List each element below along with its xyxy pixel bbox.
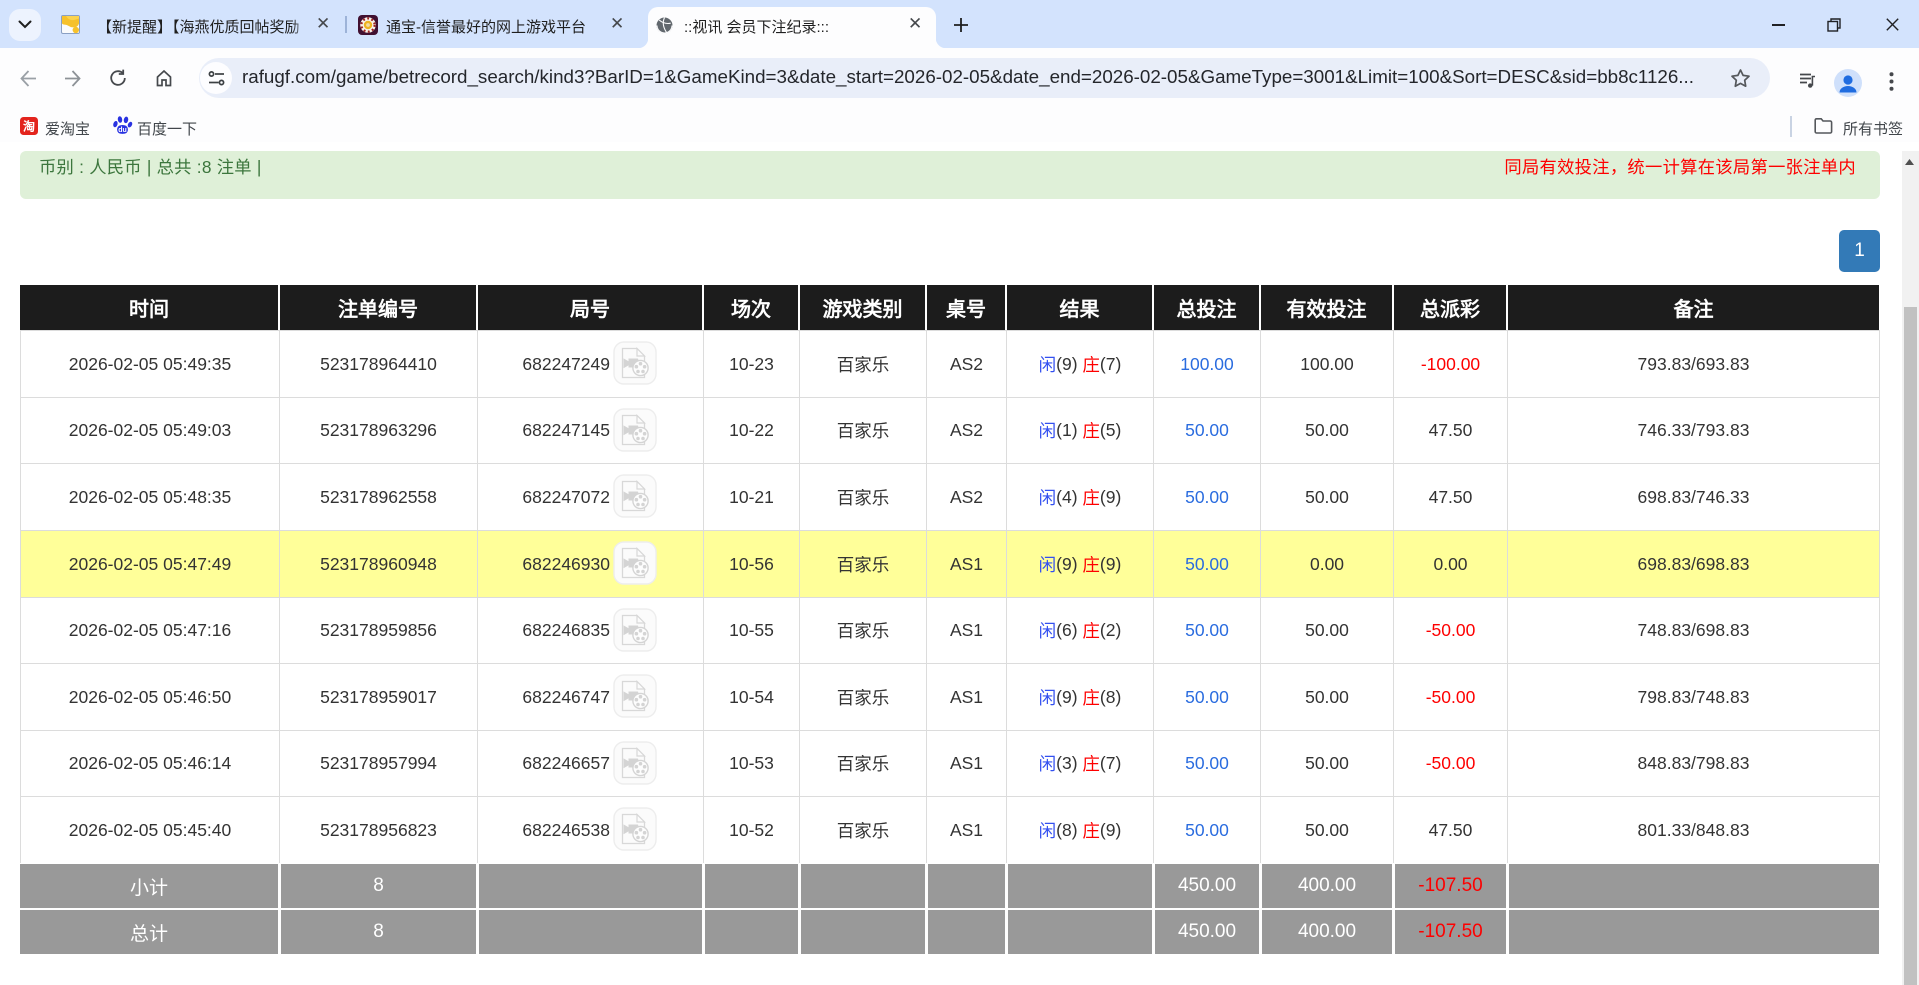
svg-text:du: du xyxy=(118,127,127,134)
svg-text:淘: 淘 xyxy=(23,119,35,134)
